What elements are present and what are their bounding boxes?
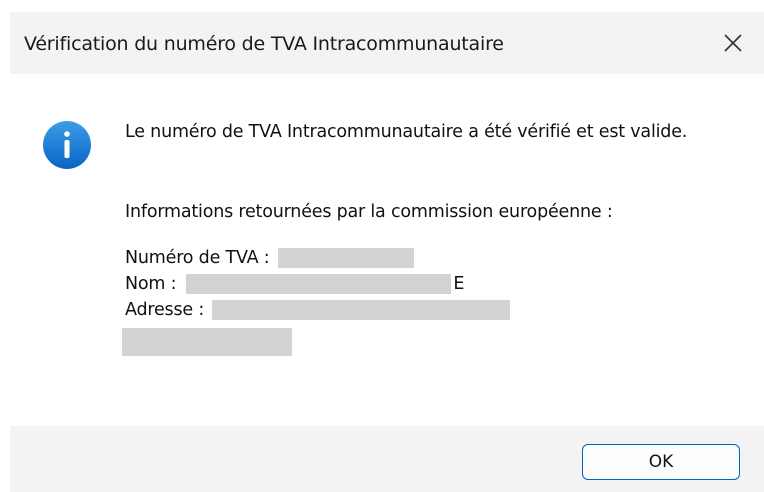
close-button[interactable] [710,20,756,66]
info-heading: Informations retournées par la commissio… [125,202,613,222]
vat-number-label: Numéro de TVA : [125,248,270,268]
redacted-name [186,274,452,294]
dialog-title: Vérification du numéro de TVA Intracommu… [24,33,504,55]
redacted-address-line-2 [122,328,292,356]
ok-button[interactable]: OK [582,444,740,480]
address-row: Adresse : [125,300,511,320]
close-icon [724,34,742,52]
name-label: Nom : [125,274,177,294]
redacted-vat-number [277,248,414,268]
address-label: Adresse : [125,300,205,320]
name-trailing-text: E [453,274,465,294]
name-row: Nom : E [125,274,464,294]
redacted-address-line-1 [212,300,511,320]
verification-message: Le numéro de TVA Intracommunautaire a ét… [125,122,688,142]
info-icon [43,121,91,169]
title-bar: Vérification du numéro de TVA Intracommu… [10,12,764,74]
dialog-content: Le numéro de TVA Intracommunautaire a ét… [10,74,764,426]
vat-number-row: Numéro de TVA : [125,248,414,268]
button-bar: OK [10,426,764,492]
vat-verification-dialog: Vérification du numéro de TVA Intracommu… [0,0,764,492]
